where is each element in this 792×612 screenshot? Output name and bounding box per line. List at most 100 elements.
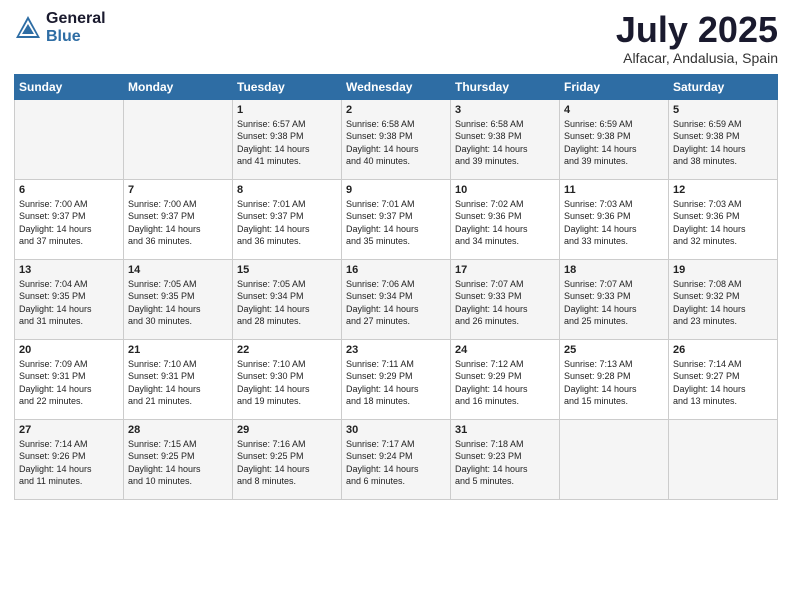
day-number: 24 xyxy=(455,344,555,356)
day-info: Sunrise: 7:11 AM Sunset: 9:29 PM Dayligh… xyxy=(346,358,446,408)
calendar-cell: 23Sunrise: 7:11 AM Sunset: 9:29 PM Dayli… xyxy=(342,339,451,419)
day-number: 13 xyxy=(19,264,119,276)
calendar-cell xyxy=(669,419,778,499)
calendar-cell: 3 Sunrise: 6:58 AM Sunset: 9:38 PM Daylig… xyxy=(451,99,560,179)
day-info: Sunrise: 7:07 AM Sunset: 9:33 PM Dayligh… xyxy=(455,278,555,328)
day-info: Sunrise: 6:58 AM Sunset: 9:38 PM Dayligh… xyxy=(346,118,446,168)
day-info: Sunrise: 7:03 AM Sunset: 9:36 PM Dayligh… xyxy=(564,198,664,248)
logo-general-text: General xyxy=(46,10,106,28)
day-info: Sunrise: 7:00 AM Sunset: 9:37 PM Dayligh… xyxy=(19,198,119,248)
calendar-cell: 18Sunrise: 7:07 AM Sunset: 9:33 PM Dayli… xyxy=(560,259,669,339)
day-info: Sunrise: 7:08 AM Sunset: 9:32 PM Dayligh… xyxy=(673,278,773,328)
day-number: 25 xyxy=(564,344,664,356)
col-header-friday: Friday xyxy=(560,74,669,99)
calendar-cell: 24 Sunrise: 7:12 AM Sunset: 9:29 PM Dayli… xyxy=(451,339,560,419)
calendar-cell: 2Sunrise: 6:58 AM Sunset: 9:38 PM Daylig… xyxy=(342,99,451,179)
calendar-cell: 12 Sunrise: 7:03 AM Sunset: 9:36 PM Dayli… xyxy=(669,179,778,259)
calendar-cell: 4 Sunrise: 6:59 AM Sunset: 9:38 PM Daylig… xyxy=(560,99,669,179)
calendar-cell: 28 Sunrise: 7:15 AM Sunset: 9:25 PM Dayli… xyxy=(124,419,233,499)
calendar-week-row: 20 Sunrise: 7:09 AM Sunset: 9:31 PM Dayli… xyxy=(15,339,778,419)
calendar-cell: 26 Sunrise: 7:14 AM Sunset: 9:27 PM Dayli… xyxy=(669,339,778,419)
col-header-thursday: Thursday xyxy=(451,74,560,99)
calendar-table: SundayMondayTuesdayWednesdayThursdayFrid… xyxy=(14,74,778,500)
day-number: 3 xyxy=(455,104,555,116)
day-info: Sunrise: 6:59 AM Sunset: 9:38 PM Dayligh… xyxy=(564,118,664,168)
calendar-cell: 7 Sunrise: 7:00 AM Sunset: 9:37 PM Daylig… xyxy=(124,179,233,259)
day-info: Sunrise: 7:14 AM Sunset: 9:26 PM Dayligh… xyxy=(19,438,119,488)
calendar-cell: 30 Sunrise: 7:17 AM Sunset: 9:24 PM Dayli… xyxy=(342,419,451,499)
day-number: 17 xyxy=(455,264,555,276)
day-info: Sunrise: 7:17 AM Sunset: 9:24 PM Dayligh… xyxy=(346,438,446,488)
day-number: 15 xyxy=(237,264,337,276)
day-number: 4 xyxy=(564,104,664,116)
calendar-week-row: 13 Sunrise: 7:04 AM Sunset: 9:35 PM Dayli… xyxy=(15,259,778,339)
month-title: July 2025 xyxy=(616,10,778,50)
day-info: Sunrise: 7:09 AM Sunset: 9:31 PM Dayligh… xyxy=(19,358,119,408)
day-info: Sunrise: 6:58 AM Sunset: 9:38 PM Dayligh… xyxy=(455,118,555,168)
day-number: 1 xyxy=(237,104,337,116)
day-info: Sunrise: 7:07 AM Sunset: 9:33 PM Dayligh… xyxy=(564,278,664,328)
calendar-cell: 27 Sunrise: 7:14 AM Sunset: 9:26 PM Dayli… xyxy=(15,419,124,499)
day-info: Sunrise: 7:12 AM Sunset: 9:29 PM Dayligh… xyxy=(455,358,555,408)
title-area: July 2025 Alfacar, Andalusia, Spain xyxy=(616,10,778,66)
calendar-cell xyxy=(560,419,669,499)
day-info: Sunrise: 7:15 AM Sunset: 9:25 PM Dayligh… xyxy=(128,438,228,488)
page-header: General Blue July 2025 Alfacar, Andalusi… xyxy=(14,10,778,66)
calendar-cell: 31 Sunrise: 7:18 AM Sunset: 9:23 PM Dayli… xyxy=(451,419,560,499)
calendar-cell: 16 Sunrise: 7:06 AM Sunset: 9:34 PM Dayli… xyxy=(342,259,451,339)
calendar-cell: 19Sunrise: 7:08 AM Sunset: 9:32 PM Dayli… xyxy=(669,259,778,339)
day-number: 5 xyxy=(673,104,773,116)
day-number: 12 xyxy=(673,184,773,196)
day-info: Sunrise: 7:13 AM Sunset: 9:28 PM Dayligh… xyxy=(564,358,664,408)
calendar-cell: 25 Sunrise: 7:13 AM Sunset: 9:28 PM Dayli… xyxy=(560,339,669,419)
col-header-monday: Monday xyxy=(124,74,233,99)
day-info: Sunrise: 7:03 AM Sunset: 9:36 PM Dayligh… xyxy=(673,198,773,248)
calendar-cell xyxy=(124,99,233,179)
col-header-saturday: Saturday xyxy=(669,74,778,99)
calendar-cell: 8 Sunrise: 7:01 AM Sunset: 9:37 PM Daylig… xyxy=(233,179,342,259)
day-number: 30 xyxy=(346,424,446,436)
day-number: 20 xyxy=(19,344,119,356)
calendar-cell: 17 Sunrise: 7:07 AM Sunset: 9:33 PM Dayli… xyxy=(451,259,560,339)
day-info: Sunrise: 7:05 AM Sunset: 9:34 PM Dayligh… xyxy=(237,278,337,328)
day-number: 7 xyxy=(128,184,228,196)
calendar-cell: 22Sunrise: 7:10 AM Sunset: 9:30 PM Dayli… xyxy=(233,339,342,419)
day-number: 27 xyxy=(19,424,119,436)
calendar-cell: 21Sunrise: 7:10 AM Sunset: 9:31 PM Dayli… xyxy=(124,339,233,419)
day-number: 29 xyxy=(237,424,337,436)
day-number: 28 xyxy=(128,424,228,436)
calendar-cell: 20 Sunrise: 7:09 AM Sunset: 9:31 PM Dayli… xyxy=(15,339,124,419)
calendar-week-row: 1 Sunrise: 6:57 AM Sunset: 9:38 PM Daylig… xyxy=(15,99,778,179)
day-info: Sunrise: 7:00 AM Sunset: 9:37 PM Dayligh… xyxy=(128,198,228,248)
day-info: Sunrise: 7:02 AM Sunset: 9:36 PM Dayligh… xyxy=(455,198,555,248)
calendar-cell: 6 Sunrise: 7:00 AM Sunset: 9:37 PM Daylig… xyxy=(15,179,124,259)
calendar-cell: 14 Sunrise: 7:05 AM Sunset: 9:35 PM Dayli… xyxy=(124,259,233,339)
day-number: 26 xyxy=(673,344,773,356)
day-info: Sunrise: 7:18 AM Sunset: 9:23 PM Dayligh… xyxy=(455,438,555,488)
day-info: Sunrise: 7:04 AM Sunset: 9:35 PM Dayligh… xyxy=(19,278,119,328)
logo: General Blue xyxy=(14,10,106,45)
day-info: Sunrise: 7:05 AM Sunset: 9:35 PM Dayligh… xyxy=(128,278,228,328)
calendar-cell: 9Sunrise: 7:01 AM Sunset: 9:37 PM Daylig… xyxy=(342,179,451,259)
day-info: Sunrise: 7:06 AM Sunset: 9:34 PM Dayligh… xyxy=(346,278,446,328)
col-header-sunday: Sunday xyxy=(15,74,124,99)
day-info: Sunrise: 7:01 AM Sunset: 9:37 PM Dayligh… xyxy=(237,198,337,248)
day-number: 14 xyxy=(128,264,228,276)
calendar-week-row: 6 Sunrise: 7:00 AM Sunset: 9:37 PM Daylig… xyxy=(15,179,778,259)
day-info: Sunrise: 7:01 AM Sunset: 9:37 PM Dayligh… xyxy=(346,198,446,248)
calendar-cell: 29Sunrise: 7:16 AM Sunset: 9:25 PM Dayli… xyxy=(233,419,342,499)
day-info: Sunrise: 6:57 AM Sunset: 9:38 PM Dayligh… xyxy=(237,118,337,168)
logo-blue-text: Blue xyxy=(46,28,106,46)
day-number: 21 xyxy=(128,344,228,356)
day-number: 31 xyxy=(455,424,555,436)
day-info: Sunrise: 7:14 AM Sunset: 9:27 PM Dayligh… xyxy=(673,358,773,408)
day-number: 16 xyxy=(346,264,446,276)
calendar-cell: 11 Sunrise: 7:03 AM Sunset: 9:36 PM Dayli… xyxy=(560,179,669,259)
calendar-cell: 5Sunrise: 6:59 AM Sunset: 9:38 PM Daylig… xyxy=(669,99,778,179)
location-text: Alfacar, Andalusia, Spain xyxy=(616,50,778,66)
day-number: 6 xyxy=(19,184,119,196)
day-number: 22 xyxy=(237,344,337,356)
day-number: 8 xyxy=(237,184,337,196)
day-number: 11 xyxy=(564,184,664,196)
col-header-wednesday: Wednesday xyxy=(342,74,451,99)
